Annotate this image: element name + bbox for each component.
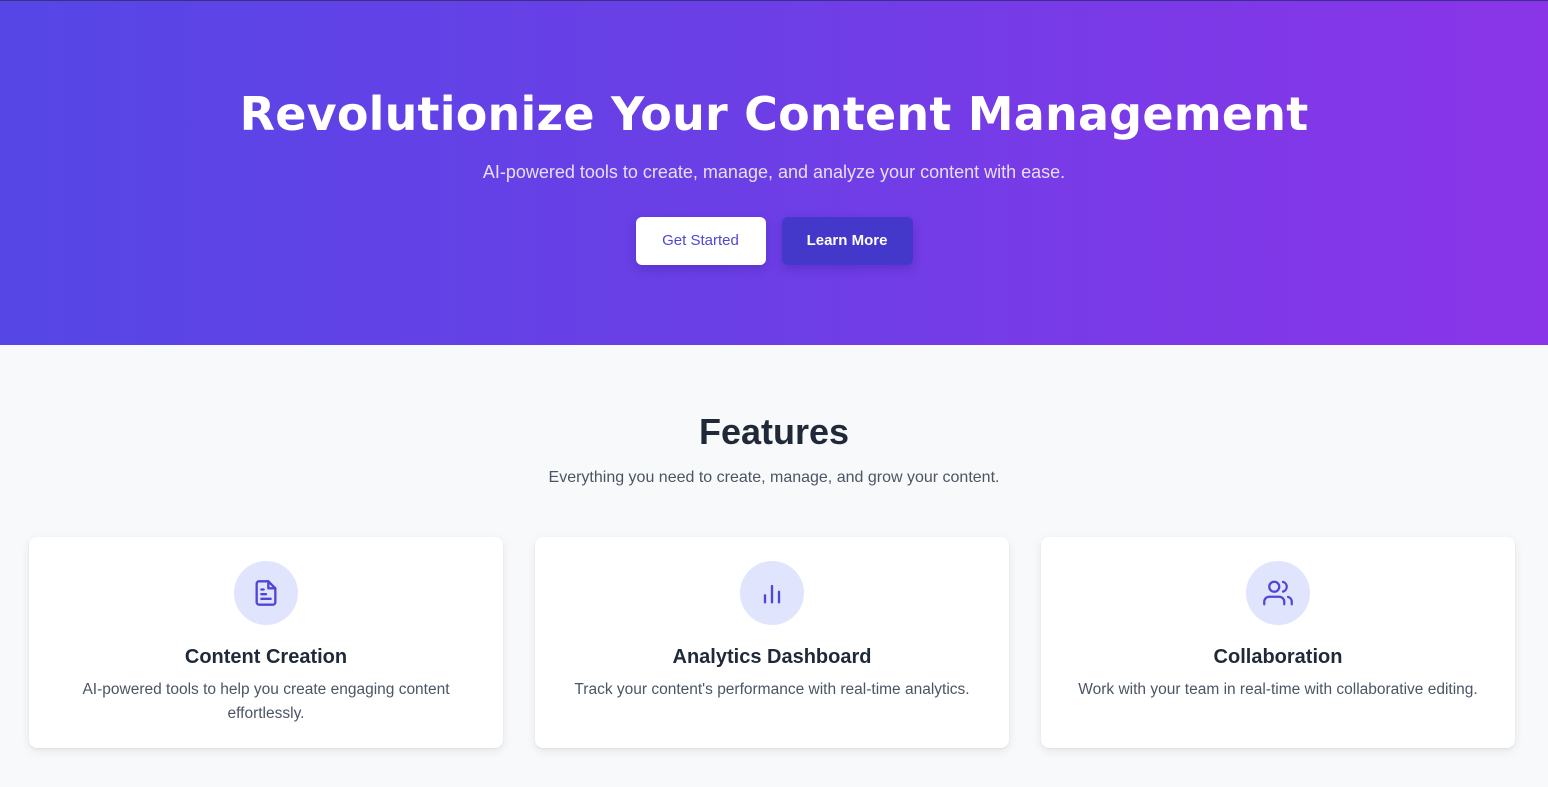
document-icon [234,561,298,625]
feature-card-collaboration: Collaboration Work with your team in rea… [1041,537,1515,748]
feature-card-title: Collaboration [1213,646,1343,668]
hero-top-border [0,0,1548,1]
feature-card-content-creation: Content Creation AI-powered tools to hel… [29,537,503,748]
hero-section: Revolutionize Your Content Management AI… [0,0,1548,345]
hero-actions: Get Started Learn More [0,217,1548,265]
feature-card-analytics-dashboard: Analytics Dashboard Track your content's… [535,537,1009,748]
hero-subtitle: AI-powered tools to create, manage, and … [482,162,1066,182]
users-icon [1246,561,1310,625]
feature-card-description: AI-powered tools to help you create enga… [82,681,450,722]
features-title: Features [698,411,850,452]
features-subtitle: Everything you need to create, manage, a… [548,469,1000,486]
feature-cards: Content Creation AI-powered tools to hel… [29,537,1515,748]
features-section: Features Everything you need to create, … [0,345,1548,787]
feature-card-title: Content Creation [184,646,348,668]
feature-card-description: Work with your team in real-time with co… [1078,681,1478,698]
get-started-button[interactable]: Get Started [635,217,766,265]
feature-card-title: Analytics Dashboard [672,646,872,668]
feature-card-description: Track your content's performance with re… [574,681,970,698]
hero-title: Revolutionize Your Content Management [239,87,1309,141]
learn-more-button[interactable]: Learn More [781,217,913,265]
bar-chart-icon [740,561,804,625]
